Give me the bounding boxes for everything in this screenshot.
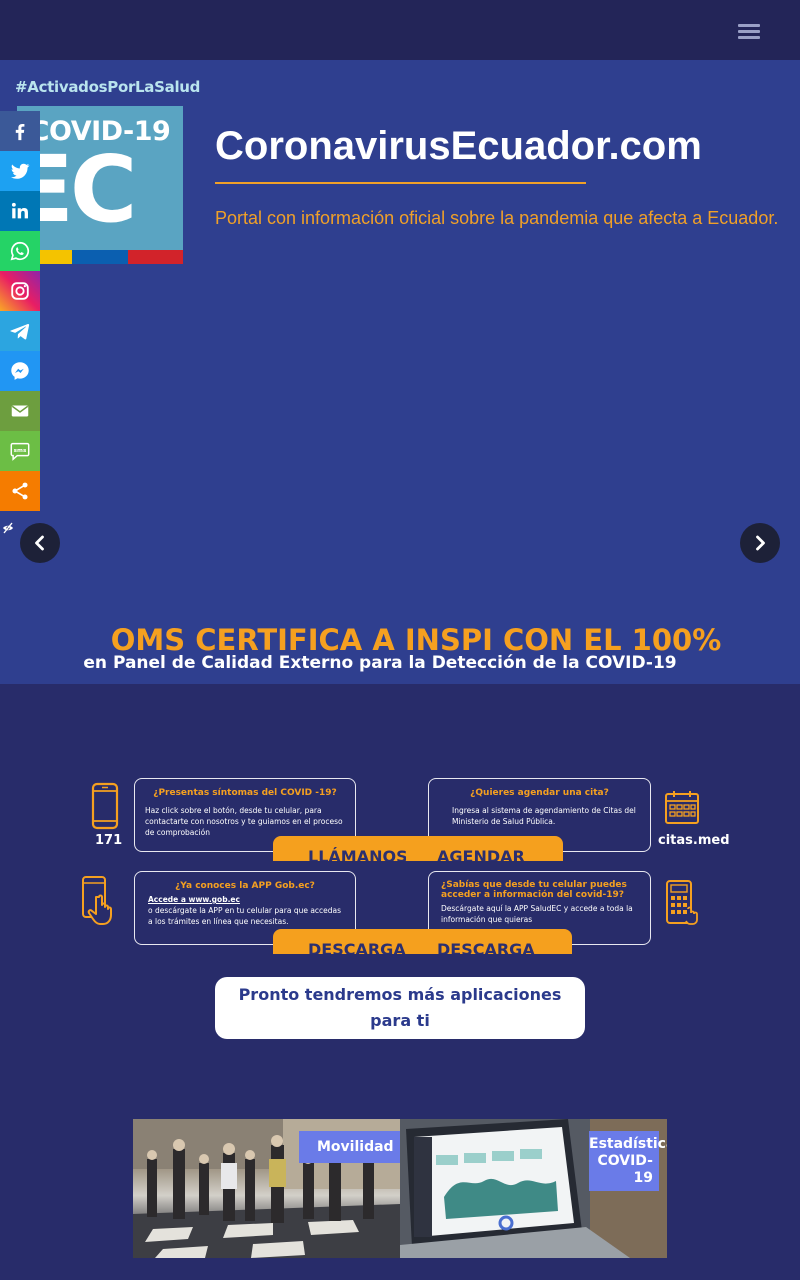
hero-slider: #ActivadosPorLaSalud COVID-19 EC Coronav… <box>0 60 800 684</box>
facebook-share-button[interactable] <box>0 111 40 151</box>
mobile-phone-icon <box>91 782 119 830</box>
saludec-question: ¿Sabías que desde tu celular puedes acce… <box>441 880 627 900</box>
emergency-number: 171 <box>95 833 123 848</box>
chevron-right-icon <box>756 535 765 551</box>
download-gobec-button[interactable]: DESCARGA <box>308 940 406 954</box>
whatsapp-icon <box>10 241 30 261</box>
whatsapp-share-button[interactable] <box>0 231 40 271</box>
site-title: CoronavirusEcuador.com <box>215 124 702 168</box>
twitter-icon <box>11 163 30 179</box>
mobility-banner[interactable]: Movilidad <box>133 1119 400 1258</box>
more-apps-soon-button[interactable]: Pronto tendremos más aplicaciones para t… <box>215 977 585 1039</box>
telegram-icon <box>10 323 30 340</box>
instagram-icon <box>11 282 29 300</box>
flag-blue <box>72 250 128 264</box>
headline: OMS CERTIFICA A INSPI CON EL 100% <box>110 623 722 657</box>
instagram-share-button[interactable] <box>0 271 40 311</box>
sms-share-button[interactable]: sms <box>0 431 40 471</box>
gobec-text-block: Accede a www.gob.ec o descárgate la APP … <box>148 894 348 927</box>
call-agenda-button-strip: LLÁMANOS AGENDAR <box>273 836 563 861</box>
share-icon <box>12 482 28 500</box>
sms-icon: sms <box>10 442 30 461</box>
site-description: Portal con información oficial sobre la … <box>215 208 779 228</box>
statistics-label-line2: COVID-19 <box>597 1153 653 1186</box>
ecuador-flag-stripe <box>17 250 183 264</box>
mobility-label: Movilidad <box>299 1131 400 1163</box>
saludec-text: Descárgate aquí la APP SaludEC y accede … <box>441 904 633 924</box>
call-button[interactable]: LLÁMANOS <box>308 847 406 861</box>
calendar-icon <box>665 791 699 824</box>
linkedin-icon <box>11 202 28 219</box>
telegram-share-button[interactable] <box>0 311 40 351</box>
email-icon <box>11 405 29 417</box>
twitter-share-button[interactable] <box>0 151 40 191</box>
download-button-strip: DESCARGA DESCARGA <box>273 929 572 954</box>
linkedin-share-button[interactable] <box>0 191 40 231</box>
statistics-label: Estadísticas COVID-19 <box>589 1131 667 1191</box>
download-saludec-button[interactable]: DESCARGA <box>437 940 535 954</box>
svg-text:sms: sms <box>14 448 27 454</box>
gobec-link[interactable]: Accede a www.gob.ec <box>148 895 240 904</box>
gobec-question: ¿Ya conoces la APP Gob.ec? <box>175 881 315 891</box>
appointment-text: Ingresa al sistema de agendamiento de Ci… <box>452 806 636 826</box>
statistics-banner[interactable]: Estadísticas COVID-19 <box>400 1119 667 1258</box>
covid-ec-logo: COVID-19 EC <box>17 106 183 264</box>
facebook-icon <box>15 123 25 141</box>
gobec-text: o descárgate la APP en tu celular para q… <box>148 906 342 926</box>
flag-red <box>127 250 183 264</box>
schedule-button[interactable]: AGENDAR <box>437 847 525 861</box>
hashtag-text: #ActivadosPorLaSalud <box>15 78 201 96</box>
phone-keypad-icon <box>666 880 698 925</box>
social-share-sidebar: sms <box>0 111 40 511</box>
symptoms-text: Haz click sobre el botón, desde tu celul… <box>145 806 343 837</box>
title-divider <box>215 182 586 184</box>
appointment-question: ¿Quieres agendar una cita? <box>470 788 609 798</box>
citas-label: citas.med <box>658 833 730 848</box>
subheadline: en Panel de Calidad Externo para la Dete… <box>83 653 677 673</box>
email-share-button[interactable] <box>0 391 40 431</box>
more-share-button[interactable] <box>0 471 40 511</box>
chevron-left-icon <box>35 535 44 551</box>
messenger-icon <box>11 362 29 380</box>
phone-touch-icon <box>82 876 112 925</box>
slider-prev-button[interactable] <box>20 523 60 563</box>
hamburger-menu-icon[interactable] <box>738 24 760 40</box>
symptoms-question: ¿Presentas síntomas del COVID -19? <box>153 788 337 798</box>
hide-share-bar-icon[interactable] <box>2 521 14 535</box>
statistics-label-line1: Estadísticas <box>589 1136 667 1152</box>
top-navbar <box>0 0 800 60</box>
slider-next-button[interactable] <box>740 523 780 563</box>
messenger-share-button[interactable] <box>0 351 40 391</box>
